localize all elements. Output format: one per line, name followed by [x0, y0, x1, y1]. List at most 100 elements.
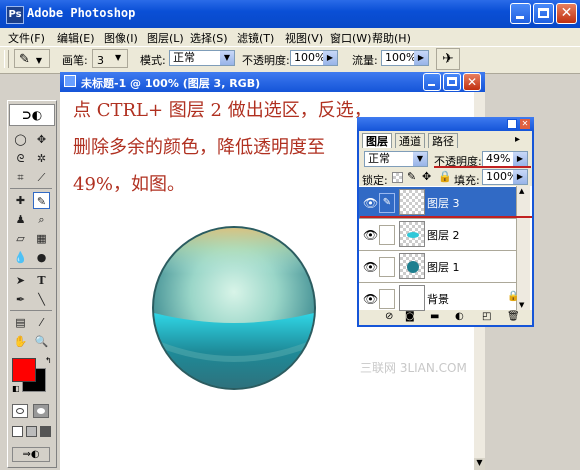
tab-layers[interactable]: 图层 — [362, 133, 392, 148]
screen-mode-full-icon[interactable] — [40, 426, 51, 437]
watermark-text: 三联网 3LIAN.COM — [360, 361, 467, 375]
menu-select[interactable]: 选择(S) — [190, 30, 228, 46]
layer-opacity-field[interactable]: 49% ▶ — [482, 151, 528, 167]
maximize-icon — [447, 77, 457, 86]
screen-mode-full-menu-icon[interactable] — [26, 426, 37, 437]
blend-mode-select[interactable]: 正常 ▼ — [364, 151, 428, 167]
default-colors-icon[interactable]: ◧ — [12, 384, 20, 393]
brush-picker[interactable]: 3 ▼ — [92, 49, 128, 68]
visibility-eye-icon[interactable]: 👁 — [363, 260, 378, 274]
palette-minimize-icon[interactable] — [507, 119, 517, 129]
history-brush-tool-icon[interactable]: ⌕ — [33, 211, 50, 228]
menu-image[interactable]: 图像(I) — [104, 30, 138, 46]
delete-layer-icon[interactable]: 🗑 — [507, 311, 520, 322]
visibility-eye-icon[interactable]: 👁 — [363, 292, 378, 306]
document-close-button[interactable]: ✕ — [463, 73, 481, 91]
menu-layer[interactable]: 图层(L) — [147, 30, 184, 46]
tool-preset-picker[interactable]: ✎ ▼ — [14, 49, 50, 68]
menu-view[interactable]: 视图(V) — [285, 30, 323, 46]
layer-row-3[interactable]: 👁 ✎ 图层 3 — [359, 187, 516, 219]
hand-tool-icon[interactable]: ✋ — [12, 333, 29, 350]
maximize-button[interactable] — [533, 3, 554, 24]
lock-all-icon[interactable]: 🔒 — [438, 170, 452, 183]
airbrush-button[interactable]: ✈ — [436, 48, 460, 70]
eraser-tool-icon[interactable]: ▱ — [12, 230, 29, 247]
type-tool-icon[interactable]: T — [33, 272, 50, 289]
visibility-eye-icon[interactable]: 👁 — [363, 228, 378, 242]
palette-close-icon[interactable]: ✕ — [520, 119, 530, 129]
tab-channels[interactable]: 通道 — [395, 133, 425, 148]
flow-field[interactable]: 100% ▶ — [381, 50, 429, 66]
mode-select[interactable]: 正常 ▼ — [169, 50, 235, 66]
layer-row-2[interactable]: 👁 图层 2 — [359, 219, 516, 251]
path-selection-tool-icon[interactable]: ➤ — [12, 272, 29, 289]
instruction-line-1: 点 CTRL+ 图层 2 做出选区，反选， — [73, 100, 372, 121]
layer-style-icon[interactable]: ⊘ — [385, 311, 393, 322]
notes-tool-icon[interactable]: ▤ — [12, 314, 29, 331]
arrow-right-icon: ▶ — [414, 51, 428, 65]
layer-mask-icon[interactable]: ◙ — [405, 311, 415, 322]
lock-image-icon[interactable]: ✎ — [407, 170, 416, 183]
brush-tool-icon[interactable]: ✎ — [33, 192, 50, 209]
link-box[interactable] — [379, 225, 395, 245]
adjustment-layer-icon[interactable]: ◐ — [455, 311, 464, 322]
new-layer-icon[interactable]: ◰ — [482, 311, 491, 322]
layer-row-1[interactable]: 👁 图层 1 — [359, 251, 516, 283]
glass-sphere-artwork — [152, 226, 316, 390]
magic-wand-tool-icon[interactable]: ✲ — [33, 150, 50, 167]
dropdown-arrow-icon: ▼ — [115, 53, 122, 62]
move-tool-icon[interactable]: ✥ — [33, 131, 50, 148]
jump-to-imageready-icon[interactable]: ⇒◐ — [12, 447, 50, 462]
new-set-icon[interactable]: ▬ — [430, 311, 439, 322]
arrow-right-icon: ▶ — [323, 51, 337, 65]
zoom-tool-icon[interactable]: 🔍 — [33, 333, 50, 350]
minimize-button[interactable] — [510, 3, 531, 24]
line-tool-icon[interactable]: ╲ — [33, 291, 50, 308]
document-minimize-button[interactable] — [423, 73, 441, 91]
menu-help[interactable]: 帮助(H) — [372, 30, 411, 46]
opacity-field[interactable]: 100% ▶ — [290, 50, 338, 66]
crop-tool-icon[interactable]: ⌗ — [12, 169, 29, 186]
document-maximize-button[interactable] — [443, 73, 461, 91]
dodge-tool-icon[interactable]: ● — [33, 249, 50, 266]
swap-colors-icon[interactable]: ↰ — [45, 356, 52, 365]
dropdown-arrow-icon: ▼ — [220, 51, 234, 65]
scroll-up-arrow-icon[interactable]: ▲ — [519, 187, 524, 195]
opacity-value: 100% — [294, 51, 326, 64]
brush-indicator-icon[interactable]: ✎ — [379, 193, 395, 213]
screen-mode-standard-icon[interactable] — [12, 426, 23, 437]
quick-mask-button[interactable] — [33, 404, 49, 418]
lock-transparency-icon[interactable] — [392, 172, 403, 183]
eyedropper-tool-icon[interactable]: ⁄ — [33, 314, 50, 331]
visibility-eye-icon[interactable]: 👁 — [363, 196, 378, 210]
lock-position-icon[interactable]: ✥ — [422, 170, 431, 183]
close-button[interactable]: ✕ — [556, 3, 577, 24]
marquee-tool-icon[interactable]: ◯ — [12, 131, 29, 148]
foreground-color-swatch[interactable] — [12, 358, 36, 382]
clone-stamp-tool-icon[interactable]: ♟ — [12, 211, 29, 228]
standard-mode-button[interactable] — [12, 404, 28, 418]
menu-filter[interactable]: 滤镜(T) — [237, 30, 274, 46]
link-box[interactable] — [379, 257, 395, 277]
palette-menu-icon[interactable]: ▸ — [515, 134, 520, 145]
maximize-icon — [538, 8, 549, 18]
layer-name: 背景 — [427, 293, 449, 306]
lasso-tool-icon[interactable]: ᘓ — [12, 150, 29, 167]
scroll-down-arrow-icon[interactable]: ▼ — [519, 301, 524, 309]
gradient-tool-icon[interactable]: ▦ — [33, 230, 50, 247]
healing-brush-tool-icon[interactable]: ✚ — [12, 192, 29, 209]
photoshop-eye-logo-icon[interactable]: ⊃◐ — [9, 104, 55, 126]
pen-tool-icon[interactable]: ✒ — [12, 291, 29, 308]
menu-file[interactable]: 文件(F) — [8, 30, 45, 46]
link-box[interactable] — [379, 289, 395, 309]
scroll-down-arrow-icon[interactable]: ▼ — [474, 458, 485, 470]
grip-handle[interactable] — [4, 50, 9, 68]
tab-paths[interactable]: 路径 — [428, 133, 458, 148]
layer-name: 图层 2 — [427, 229, 460, 242]
fill-field[interactable]: 100% ▶ — [482, 169, 528, 185]
blur-tool-icon[interactable]: 💧 — [12, 249, 29, 266]
menu-window[interactable]: 窗口(W) — [330, 30, 371, 46]
menu-edit[interactable]: 编辑(E) — [57, 30, 95, 46]
slice-tool-icon[interactable]: ⟋ — [33, 169, 50, 186]
arrow-right-icon: ▶ — [513, 170, 527, 184]
